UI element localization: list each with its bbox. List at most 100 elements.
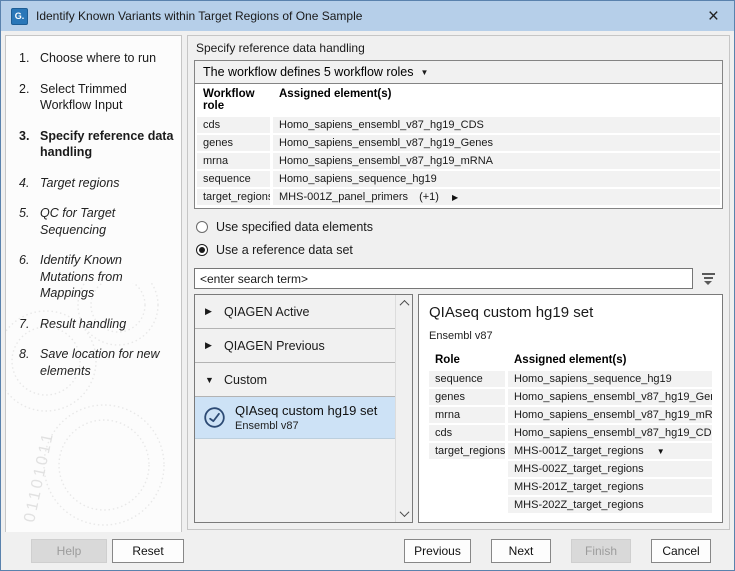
expanded-down-icon: ▼ [205,375,215,385]
table-row: mrna Homo_sapiens_ensembl_v87_hg19_mRNA [197,153,720,169]
radio-label: Use specified data elements [216,220,373,234]
table-row: genes Homo_sapiens_ensembl_v87_hg19_Gene… [429,389,712,405]
filter-icon[interactable] [693,268,723,289]
step-label: QC for Target Sequencing [40,205,175,238]
col-header-workflow-role: Workflow role [197,87,270,113]
reference-set-detail: QIAseq custom hg19 set Ensembl v87 Role … [418,294,723,523]
scroll-up-icon[interactable] [396,295,412,312]
step-label: Save location for new elements [40,346,175,379]
expand-right-icon[interactable]: ▶ [452,193,458,202]
value-cell: Homo_sapiens_ensembl_v87_hg19_Genes [508,389,712,405]
page-title: Specify reference data handling [196,41,723,55]
extra-count-badge: (+1) [419,191,439,203]
role-cell: target_regions [429,443,505,459]
reference-set-panels: ▶ QIAGEN Active ▶ QIAGEN Previous ▼ Cust… [194,294,723,523]
reference-set-list: ▶ QIAGEN Active ▶ QIAGEN Previous ▼ Cust… [194,294,413,523]
help-button: Help [31,539,107,563]
group-qiagen-previous[interactable]: ▶ QIAGEN Previous [195,329,395,363]
list-item-title: QIAseq custom hg19 set [235,403,377,418]
dialog-body: 1. Choose where to run 2. Select Trimmed… [1,31,734,534]
radio-circle-selected-icon [196,244,208,256]
role-cell: genes [197,135,270,151]
reset-button[interactable]: Reset [112,539,184,563]
close-icon[interactable]: × [703,7,724,26]
group-label: Custom [224,373,267,387]
table-row: cds Homo_sapiens_ensembl_v87_hg19_CDS [197,117,720,133]
table-row: cds Homo_sapiens_ensembl_v87_hg19_CDS [429,425,712,441]
value-cell: MHS-001Z_panel_primers (+1) ▶ [273,189,720,205]
role-cell: mrna [197,153,270,169]
check-circle-icon [202,405,227,430]
table-row: genes Homo_sapiens_ensembl_v87_hg19_Gene… [197,135,720,151]
role-cell: mrna [429,407,505,423]
previous-button[interactable]: Previous [404,539,471,563]
main-panel: Specify reference data handling The work… [187,35,730,530]
role-cell: cds [197,117,270,133]
workflow-roles-table: Workflow role Assigned element(s) cds Ho… [195,84,722,208]
group-qiagen-active[interactable]: ▶ QIAGEN Active [195,295,395,329]
role-cell: sequence [429,371,505,387]
step-6: 6. Identify Known Mutations from Mapping… [19,252,175,302]
next-button[interactable]: Next [491,539,551,563]
value-cell: Homo_sapiens_sequence_hg19 [273,171,720,187]
col-header-assigned: Assigned element(s) [508,353,712,367]
table-header-row: Workflow role Assigned element(s) [197,85,720,115]
role-cell: sequence [197,171,270,187]
table-row-target-regions: target_regions MHS-001Z_panel_primers (+… [197,189,720,205]
group-label: QIAGEN Active [224,305,309,319]
search-input[interactable] [194,268,693,289]
collapse-down-icon[interactable]: ▼ [657,447,665,456]
value-cell: Homo_sapiens_sequence_hg19 [508,371,712,387]
app-icon: G. [11,8,28,25]
titlebar: G. Identify Known Variants within Target… [1,1,734,31]
step-5: 5. QC for Target Sequencing [19,205,175,238]
step-2: 2. Select Trimmed Workflow Input [19,81,175,114]
value-cell: MHS-202Z_target_regions [508,497,712,513]
step-7: 7. Result handling [19,316,175,333]
step-label: Specify reference data handling [40,128,175,161]
list-item-qiaseq-custom-hg19-selected[interactable]: QIAseq custom hg19 set Ensembl v87 [195,397,395,439]
step-label: Result handling [40,316,126,333]
list-item-subtitle: Ensembl v87 [235,420,377,432]
table-row: sequence Homo_sapiens_sequence_hg19 [429,371,712,387]
step-label: Choose where to run [40,50,156,67]
step-4: 4. Target regions [19,175,175,192]
scroll-down-icon[interactable] [396,505,412,522]
collapsed-right-icon: ▶ [205,306,215,317]
value-cell: Homo_sapiens_ensembl_v87_hg19_CDS [508,425,712,441]
table-row-target-regions: target_regions MHS-001Z_target_regions ▼… [429,443,712,513]
value-cell: MHS-002Z_target_regions [508,461,712,477]
value-cell: MHS-201Z_target_regions [508,479,712,495]
window-title: Identify Known Variants within Target Re… [36,9,703,23]
footer-button-bar: Help Reset Previous Next Finish Cancel [1,532,734,570]
detail-table: Role Assigned element(s) sequence Homo_s… [429,351,712,513]
workflow-roles-dropdown[interactable]: The workflow defines 5 workflow roles ▼ [195,61,722,84]
value-cell: Homo_sapiens_ensembl_v87_hg19_mRNA [508,407,712,423]
finish-button: Finish [571,539,631,563]
list-scrollbar[interactable] [395,295,412,522]
radio-label: Use a reference data set [216,243,353,257]
group-label: QIAGEN Previous [224,339,325,353]
col-header-role: Role [429,353,505,367]
cancel-button[interactable]: Cancel [651,539,711,563]
collapsed-right-icon: ▶ [205,340,215,351]
step-3-current: 3. Specify reference data handling [19,128,175,161]
svg-text:01101011: 01101011 [21,430,57,524]
wizard-dialog: G. Identify Known Variants within Target… [0,0,735,571]
step-label: Select Trimmed Workflow Input [40,81,175,114]
wizard-steps-sidebar: 1. Choose where to run 2. Select Trimmed… [5,35,182,534]
detail-title: QIAseq custom hg19 set [429,304,712,321]
role-cell: cds [429,425,505,441]
table-row: mrna Homo_sapiens_ensembl_v87_hg19_mRNA [429,407,712,423]
step-label: Target regions [40,175,119,192]
workflow-roles-box: The workflow defines 5 workflow roles ▼ … [194,60,723,209]
step-list: 1. Choose where to run 2. Select Trimmed… [6,36,181,379]
group-custom[interactable]: ▼ Custom [195,363,395,397]
chevron-down-icon: ▼ [421,68,429,77]
radio-use-reference-data-set[interactable]: Use a reference data set [196,239,723,261]
col-header-assigned: Assigned element(s) [273,87,720,113]
role-cell: target_regions [197,189,270,205]
search-row [194,268,723,289]
table-row: sequence Homo_sapiens_sequence_hg19 [197,171,720,187]
radio-use-specified-elements[interactable]: Use specified data elements [196,216,723,238]
